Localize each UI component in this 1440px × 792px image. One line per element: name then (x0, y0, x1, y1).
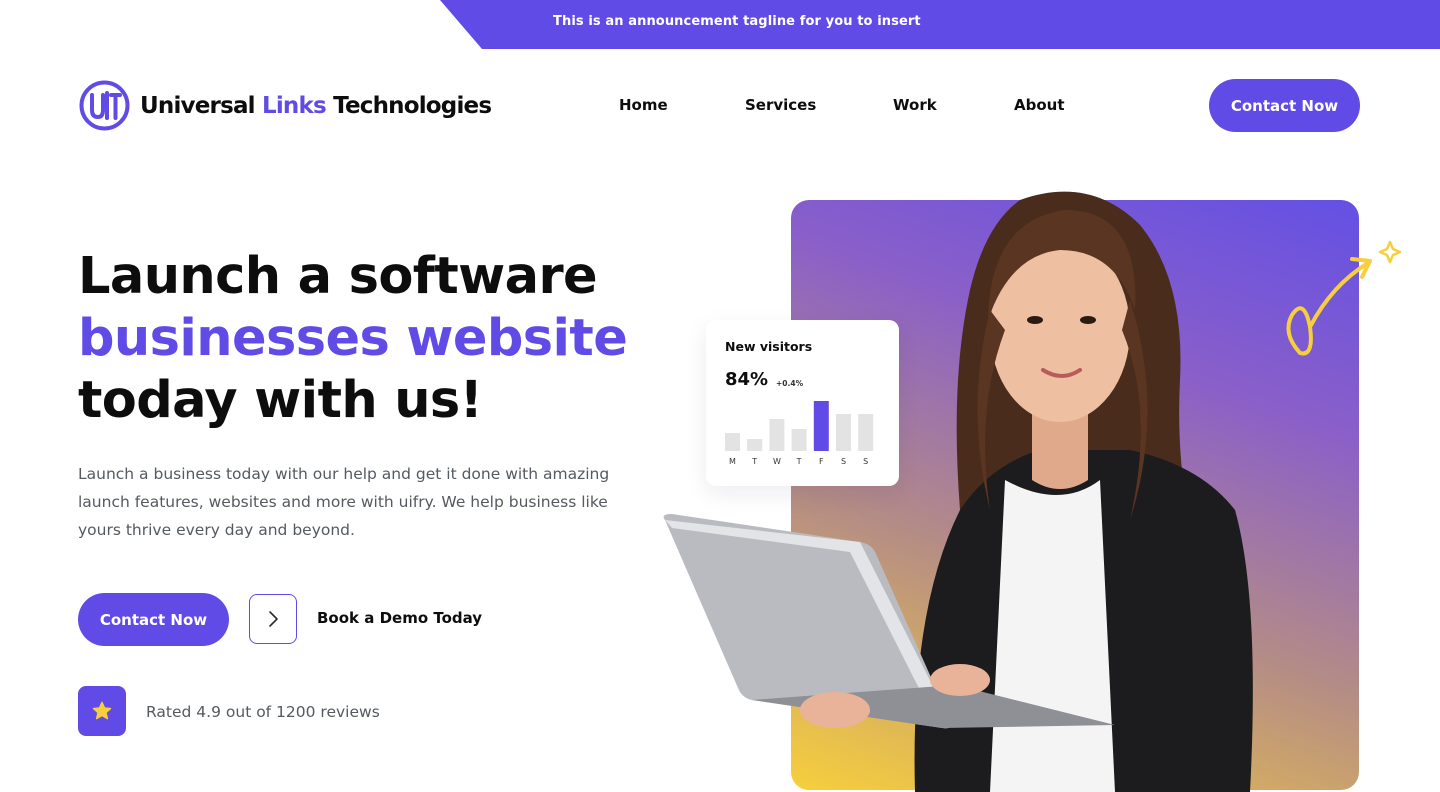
hero-description: Launch a business today with our help an… (78, 465, 610, 539)
chart-tick-label-4: F (819, 457, 824, 466)
brand-logo[interactable]: Universal Links Technologies (79, 80, 492, 131)
chart-tick-label-5: S (841, 457, 846, 466)
nav-item-services[interactable]: Services (745, 96, 816, 114)
chart-tick-label-6: S (863, 457, 868, 466)
brand-name: Universal Links Technologies (140, 92, 492, 119)
chart-tick-label-3: T (796, 457, 802, 466)
nav-item-home[interactable]: Home (619, 96, 668, 114)
visitors-card-change: +0.4% (776, 379, 804, 388)
chart-bar-1 (747, 439, 763, 451)
visitors-card-value: 84% (725, 369, 769, 390)
announcement-bar: This is an announcement tagline for you … (440, 0, 1440, 49)
rating-text: Rated 4.9 out of 1200 reviews (146, 703, 380, 721)
announcement-text: This is an announcement tagline for you … (553, 14, 921, 29)
book-demo-link[interactable]: Book a Demo Today (317, 609, 482, 627)
header-contact-button[interactable]: Contact Now (1209, 79, 1360, 132)
hero-person-image (663, 191, 1253, 792)
chart-bar-6 (858, 414, 874, 451)
brand-name-part3: Technologies (333, 92, 492, 119)
chart-tick-label-0: M (729, 457, 736, 466)
brand-name-part2: Links (261, 92, 327, 119)
hero-title: Launch a software businesses website tod… (78, 246, 698, 432)
chart-bar-3 (791, 429, 807, 451)
visitors-card-title: New visitors (725, 339, 813, 354)
rating-badge (78, 686, 126, 736)
nav-item-about[interactable]: About (1014, 96, 1065, 114)
nav-item-work[interactable]: Work (893, 96, 937, 114)
arrow-doodle-icon (1286, 240, 1402, 356)
brand-name-part1: Universal (140, 92, 256, 119)
hero-title-line1: Launch a software (78, 247, 598, 306)
hero-title-line2: businesses website (78, 309, 628, 368)
chart-tick-label-2: W (773, 457, 781, 466)
hero-contact-button[interactable]: Contact Now (78, 593, 229, 646)
chart-bar-5 (836, 414, 851, 451)
chevron-right-icon (269, 611, 278, 627)
logo-mark-icon (79, 80, 130, 131)
chart-tick-label-1: T (751, 457, 757, 466)
visitors-card: New visitors 84% +0.4% M T W T F S S (706, 320, 899, 486)
chart-bar-0 (725, 433, 740, 451)
book-demo-button[interactable] (249, 594, 297, 644)
star-icon (92, 701, 112, 720)
visitors-bar-chart: MTWTFSS (725, 401, 874, 466)
chart-bar-2 (769, 419, 785, 451)
chart-bar-4 (813, 401, 829, 451)
hero-title-line3: today with us! (78, 371, 483, 430)
